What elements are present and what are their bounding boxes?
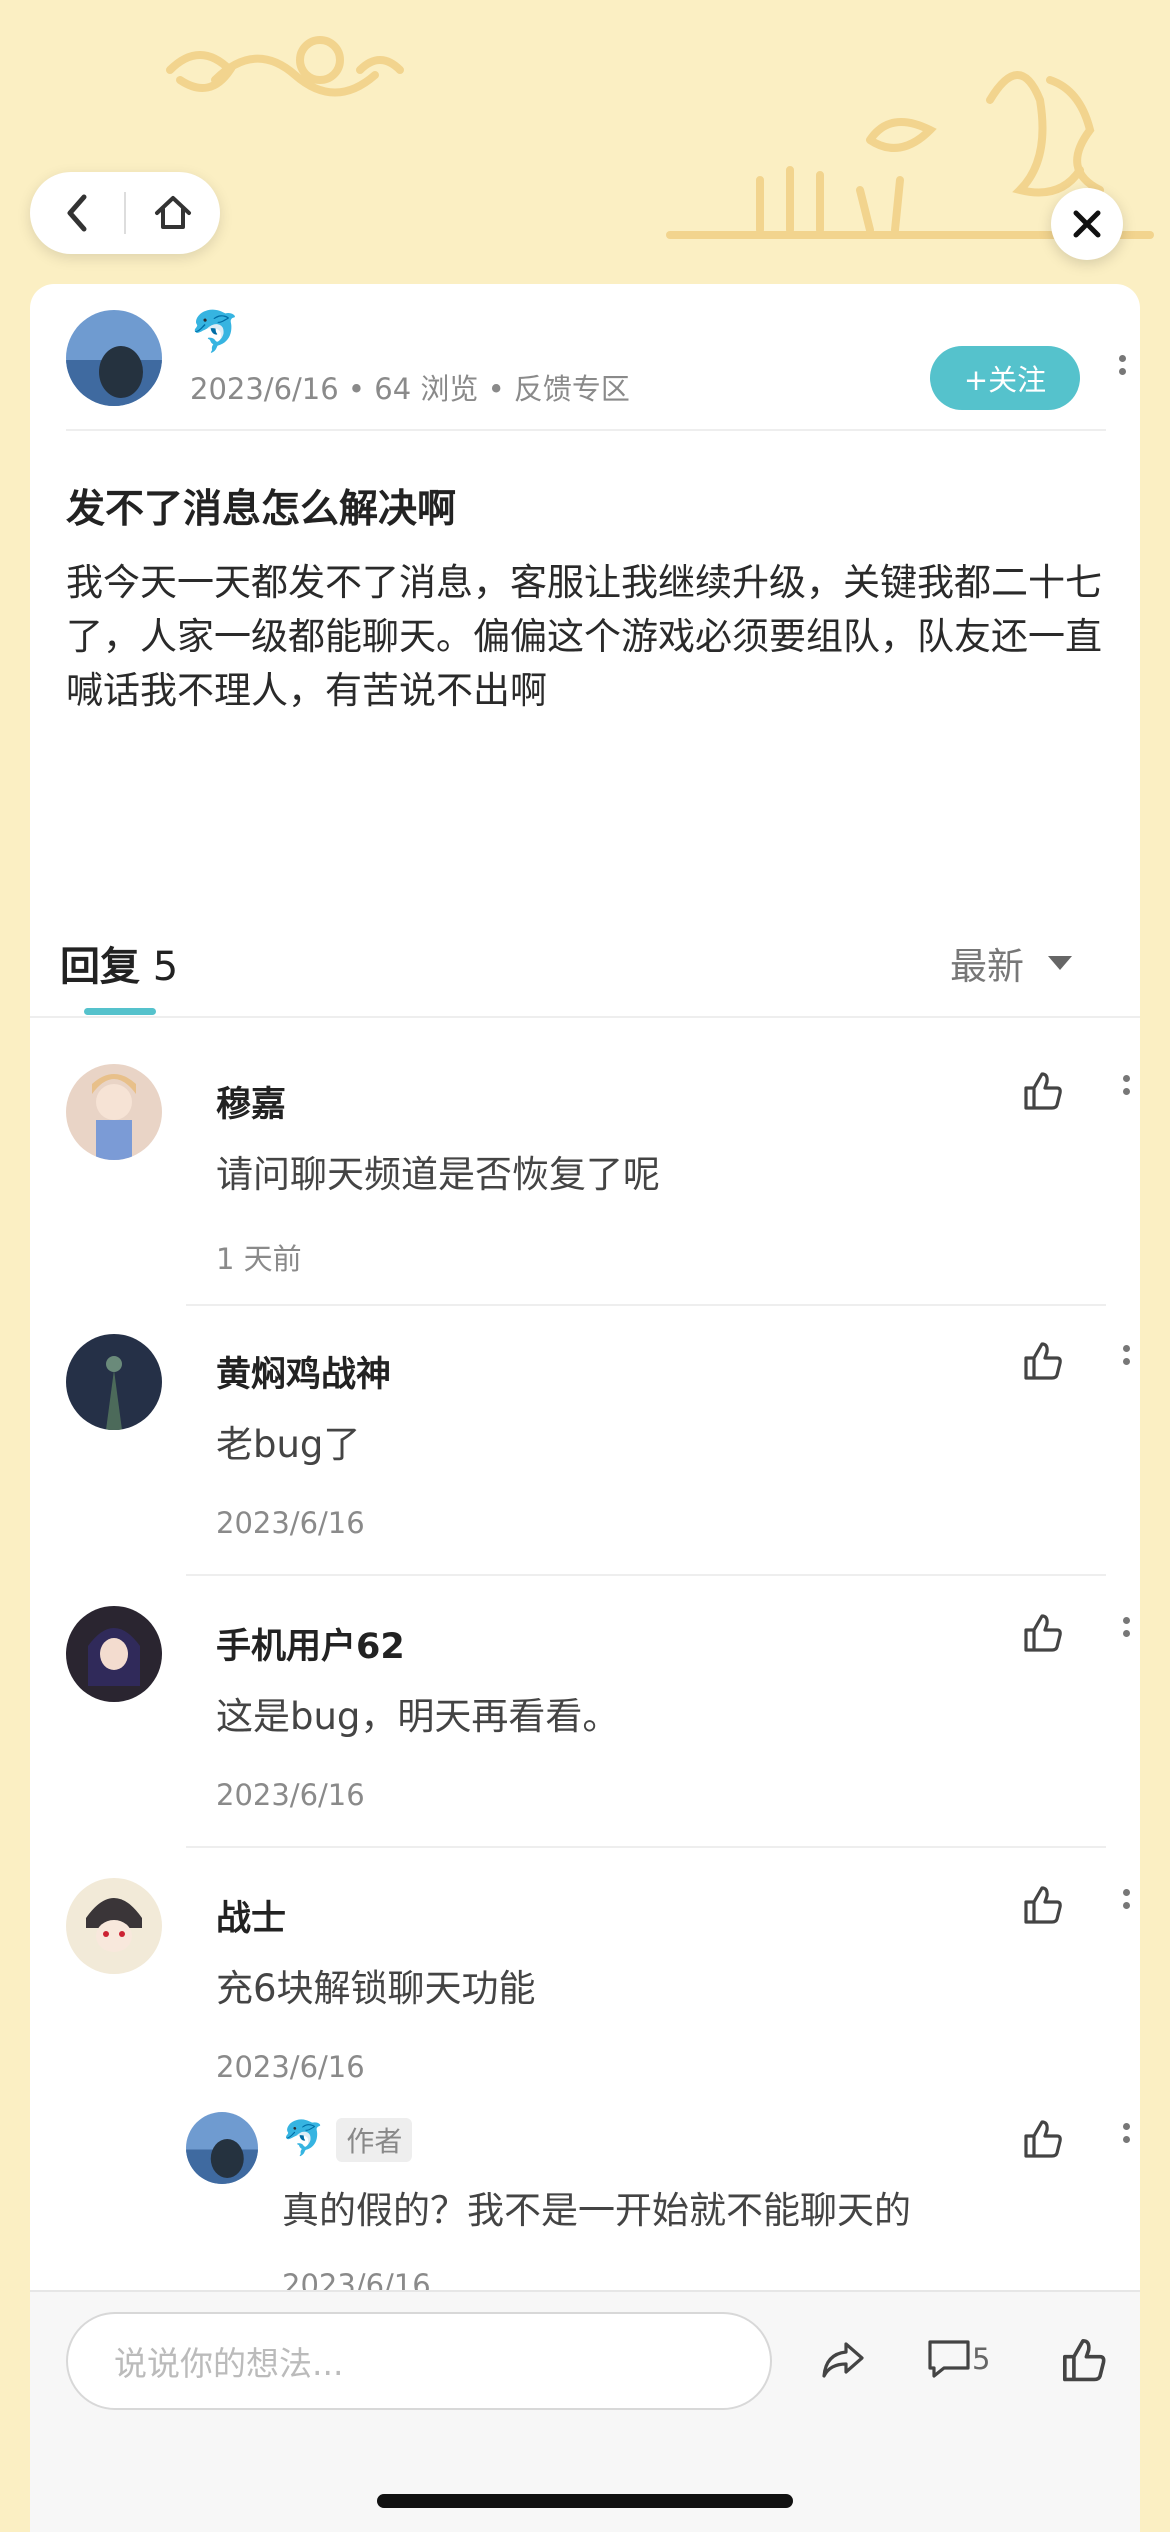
more-icon[interactable] — [1120, 1614, 1132, 1654]
comment-text: 这是bug，明天再看看。 — [216, 1695, 620, 1738]
post-title: 发不了消息怎么解决啊 — [66, 487, 457, 532]
post-views: 64 浏览 — [374, 372, 479, 406]
comment-divider — [186, 1304, 1106, 1306]
thumbs-up-icon[interactable] — [1058, 2334, 1108, 2384]
post-body: 我今天一天都发不了消息，客服让我继续升级，关键我都二十七了，人家一级都能聊天。偏… — [66, 561, 1102, 712]
more-icon[interactable] — [1120, 2120, 1132, 2160]
more-icon[interactable] — [1120, 1072, 1132, 1112]
home-button[interactable] — [126, 172, 220, 254]
more-icon[interactable] — [1120, 1886, 1132, 1926]
author-avatar[interactable] — [66, 310, 162, 406]
reply-text: 真的假的？我不是一开始就不能聊天的 — [282, 2189, 911, 2232]
home-indicator — [377, 2494, 793, 2508]
nav-capsule — [30, 172, 220, 254]
tab-replies[interactable]: 回复 5 — [60, 934, 178, 992]
comment-count: 5 — [972, 2342, 991, 2376]
follow-button[interactable]: +关注 — [930, 346, 1080, 410]
comment-item: 穆嘉 请问聊天频道是否恢复了呢 1 天前 — [66, 1064, 1130, 1294]
comment-time: 2023/6/16 — [216, 1778, 365, 1812]
share-icon[interactable] — [818, 2334, 868, 2384]
commenter-avatar[interactable] — [66, 1334, 162, 1430]
comment-item: 手机用户62 这是bug，明天再看看。 2023/6/16 — [66, 1606, 1130, 1836]
comment-time: 2023/6/16 — [216, 2050, 365, 2084]
home-icon — [155, 196, 191, 229]
comment-item: 黄焖鸡战神 老bug了 2023/6/16 — [66, 1334, 1130, 1564]
commenter-name[interactable]: 黄焖鸡战神 — [216, 1346, 391, 1397]
thumbs-up-icon[interactable] — [1020, 1610, 1064, 1654]
comment-input[interactable]: 说说你的想法... — [66, 2312, 772, 2410]
sort-dropdown[interactable]: 最新 — [950, 936, 1072, 990]
close-button[interactable] — [1051, 188, 1123, 260]
comment-text: 老bug了 — [216, 1423, 361, 1466]
meta-dot: • — [487, 372, 514, 406]
author-name[interactable]: 🐬 — [190, 308, 240, 355]
header-divider — [66, 429, 1106, 431]
comment-divider — [186, 1574, 1106, 1576]
reply-author-avatar[interactable] — [186, 2112, 258, 2184]
replies-tab-label: 回复 — [60, 944, 140, 990]
caret-down-icon — [1048, 956, 1072, 970]
comment-icon[interactable] — [924, 2334, 974, 2384]
reply-author-name[interactable]: 🐬 作者 — [282, 2118, 413, 2162]
more-icon[interactable] — [1116, 352, 1128, 392]
nested-reply-item: 🐬 作者 真的假的？我不是一开始就不能聊天的 2023/6/16 — [186, 2112, 1130, 2302]
back-button[interactable] — [30, 172, 124, 254]
post-card: 🐬 2023/6/16 • 64 浏览 • 反馈专区 +关注 发不了消息怎么解决… — [30, 284, 1140, 2532]
chevron-left-icon — [67, 194, 87, 232]
tabs-divider — [30, 1016, 1140, 1018]
commenter-avatar[interactable] — [66, 1606, 162, 1702]
post-meta: 2023/6/16 • 64 浏览 • 反馈专区 — [190, 366, 630, 408]
thumbs-up-icon[interactable] — [1020, 1338, 1064, 1382]
comment-divider — [186, 1846, 1106, 1848]
commenter-name[interactable]: 穆嘉 — [216, 1076, 286, 1127]
thumbs-up-icon[interactable] — [1020, 1068, 1064, 1112]
meta-dot: • — [347, 372, 375, 406]
post-section[interactable]: 反馈专区 — [514, 372, 630, 406]
sort-label: 最新 — [950, 945, 1024, 988]
comment-text: 充6块解锁聊天功能 — [216, 1967, 536, 2010]
more-icon[interactable] — [1120, 1342, 1132, 1382]
replies-count: 5 — [152, 944, 179, 990]
comment-time: 1 天前 — [216, 1242, 302, 1276]
close-icon — [1073, 210, 1101, 238]
reply-author-emoji: 🐬 — [282, 2118, 325, 2159]
commenter-avatar[interactable] — [66, 1064, 162, 1160]
commenter-name[interactable]: 手机用户62 — [216, 1618, 405, 1669]
author-badge: 作者 — [336, 2118, 413, 2162]
comment-text: 请问聊天频道是否恢复了呢 — [216, 1153, 660, 1196]
thumbs-up-icon[interactable] — [1020, 2116, 1064, 2160]
commenter-avatar[interactable] — [66, 1878, 162, 1974]
comment-item: 战士 充6块解锁聊天功能 2023/6/16 — [66, 1878, 1130, 2108]
thumbs-up-icon[interactable] — [1020, 1882, 1064, 1926]
bottom-bar-divider — [30, 2290, 1140, 2292]
comment-time: 2023/6/16 — [216, 1506, 365, 1540]
commenter-name[interactable]: 战士 — [216, 1890, 286, 1941]
tab-underline — [84, 1008, 156, 1015]
post-date: 2023/6/16 — [190, 372, 339, 406]
post-header: 🐬 2023/6/16 • 64 浏览 • 反馈专区 +关注 — [66, 308, 1126, 410]
